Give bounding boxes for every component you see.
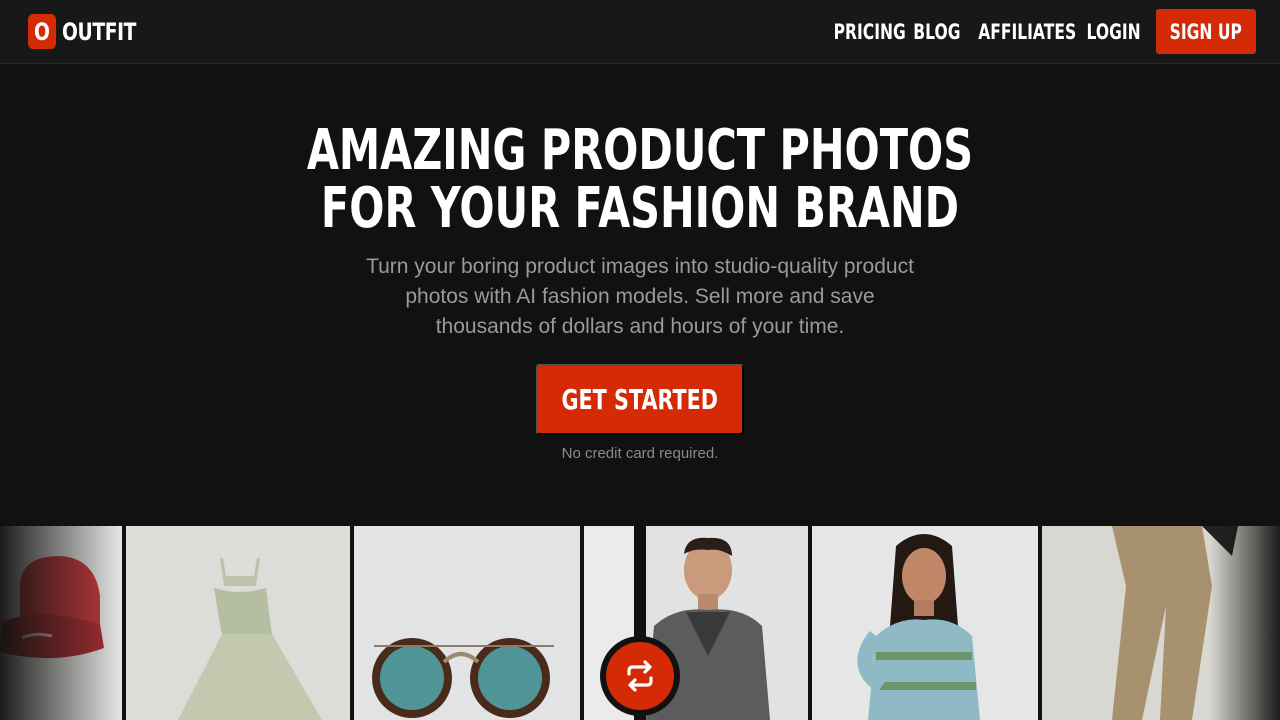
red-cap-photo [0,526,122,720]
signup-button-label: SIGN UP [1169,19,1243,44]
cta-note: No credit card required. [561,445,719,462]
logo[interactable]: O OUTFIT [24,14,157,49]
hero-title: AMAZING PRODUCT PHOTOS FOR YOUR FASHION … [0,122,1280,238]
hero-title-line-2: FOR YOUR FASHION BRAND [320,176,960,241]
khaki-trousers-model-photo [1042,526,1280,720]
logo-text: OUTFIT [62,17,137,46]
signup-button[interactable]: SIGN UP [1156,9,1256,54]
nav-pricing-link[interactable]: PRICING [834,20,906,44]
main-nav: PRICING BLOG AFFILIATES LOGIN SIGN UP [821,9,1256,54]
woman-sweater-model-photo [812,526,1038,720]
product-gallery [0,526,1280,720]
nav-affiliates-link[interactable]: AFFILIATES [978,20,1076,44]
logo-mark: O [27,14,57,49]
get-started-button[interactable]: GET STARTED [536,364,744,435]
get-started-label: GET STARTED [561,383,719,416]
hero-title-line-1: AMAZING PRODUCT PHOTOS [306,118,974,183]
sunglasses-photo [354,526,580,720]
nav-login-link[interactable]: LOGIN [1086,20,1140,44]
swap-arrows-icon [606,642,674,710]
nav-blog-link[interactable]: BLOG [913,20,960,44]
sage-dress-photo [126,526,350,720]
site-header: O OUTFIT PRICING BLOG AFFILIATES LOGIN S… [0,0,1280,64]
hero-subtitle: Turn your boring product images into stu… [366,255,914,338]
comparison-swap-button[interactable] [600,636,680,716]
